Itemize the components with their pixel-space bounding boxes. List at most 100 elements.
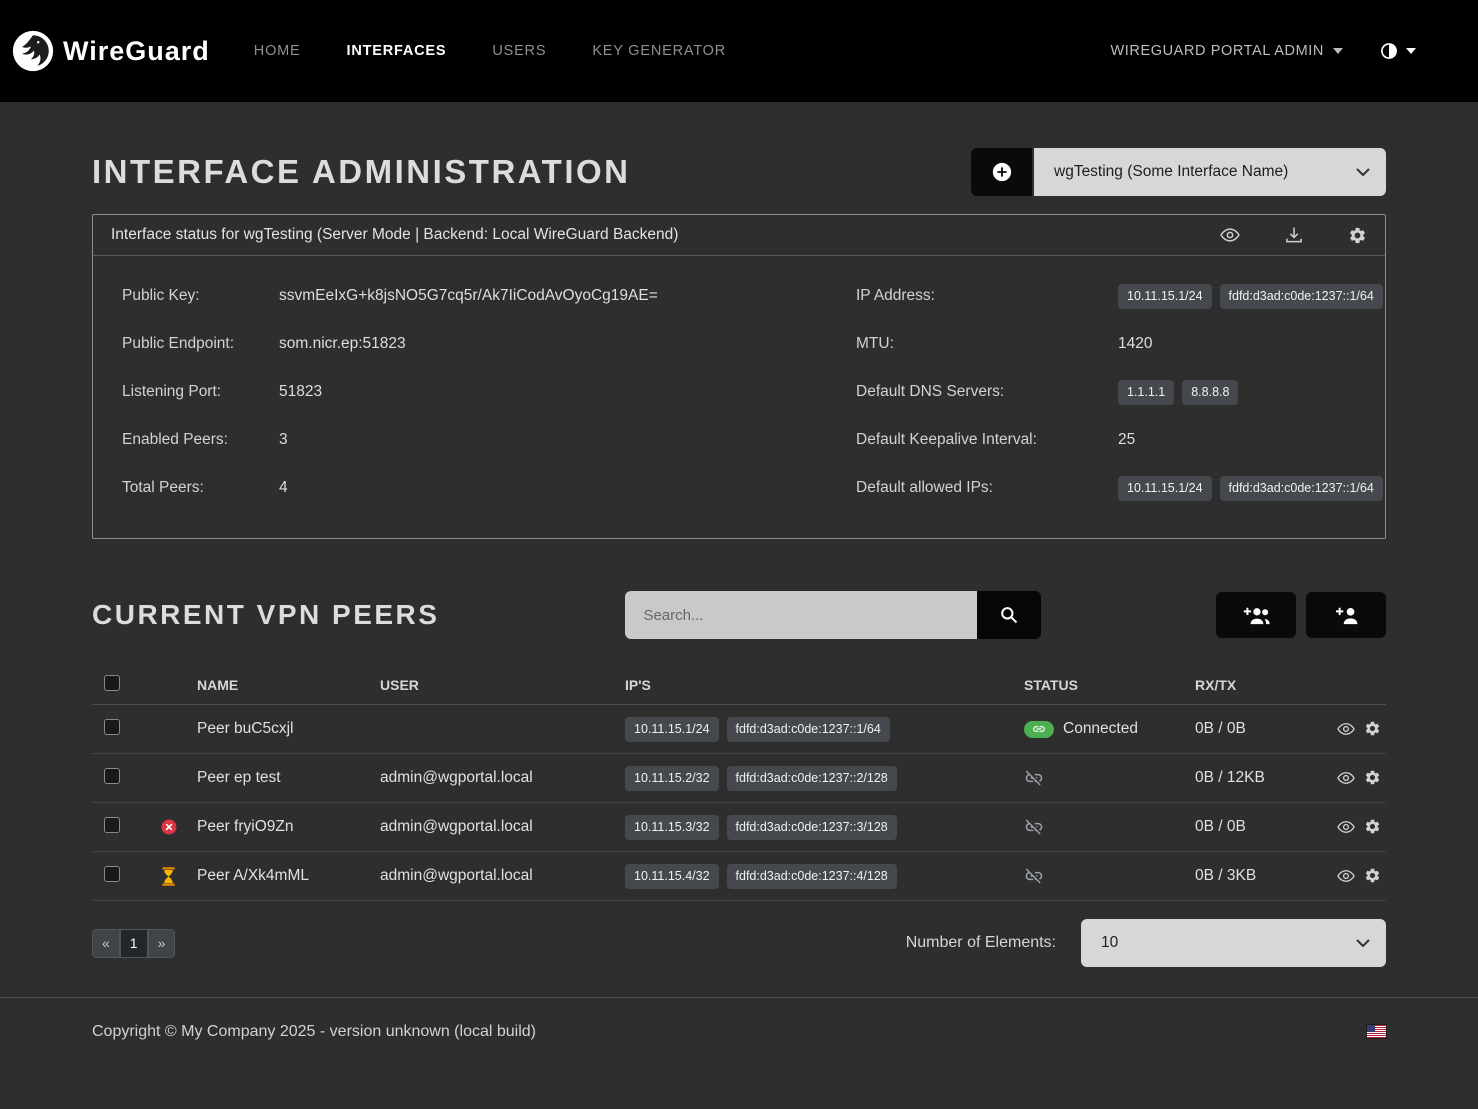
brand[interactable]: WireGuard bbox=[12, 30, 210, 72]
gear-icon bbox=[1348, 226, 1367, 245]
peer-ip-badge: fdfd:d3ad:c0de:1237::4/128 bbox=[727, 864, 897, 889]
copyright-text: Copyright © My Company 2025 - version un… bbox=[92, 1023, 536, 1041]
table-row: Peer fryiO9Zn admin@wgportal.local 10.11… bbox=[92, 803, 1386, 852]
add-peer-button[interactable] bbox=[1306, 592, 1386, 638]
table-row: Peer ep test admin@wgportal.local 10.11.… bbox=[92, 754, 1386, 803]
card-title: Interface status for wgTesting (Server M… bbox=[111, 226, 678, 244]
ip-badge: 10.11.15.1/24 bbox=[1118, 476, 1212, 501]
view-peer-button[interactable] bbox=[1337, 769, 1355, 787]
peer-ip-badge: 10.11.15.3/32 bbox=[625, 815, 719, 840]
view-peer-button[interactable] bbox=[1337, 818, 1355, 836]
row-checkbox[interactable] bbox=[104, 866, 120, 882]
table-header-row: NAME USER IP'S STATUS RX/TX bbox=[92, 665, 1386, 705]
pagination-page-1[interactable]: 1 bbox=[120, 929, 148, 958]
page-head: INTERFACE ADMINISTRATION wgTesting (Some… bbox=[92, 148, 1386, 196]
add-interface-button[interactable] bbox=[971, 148, 1032, 196]
theme-toggle-dropdown[interactable] bbox=[1379, 41, 1416, 61]
field-listening-port: Listening Port: 51823 bbox=[122, 368, 856, 416]
elements-per-page: Number of Elements: 10 bbox=[906, 919, 1386, 967]
nav-item-key-generator[interactable]: KEY GENERATOR bbox=[592, 43, 726, 59]
edit-peer-button[interactable] bbox=[1364, 769, 1381, 787]
disconnected-link-off-icon bbox=[1024, 866, 1044, 886]
user-menu-label: WIREGUARD PORTAL ADMIN bbox=[1110, 43, 1324, 59]
field-keepalive: Default Keepalive Interval: 25 bbox=[856, 416, 1383, 464]
theme-contrast-icon bbox=[1379, 41, 1399, 61]
interface-select-value: wgTesting (Some Interface Name) bbox=[1054, 163, 1288, 181]
column-user: USER bbox=[380, 677, 625, 693]
pagination: « 1 » bbox=[92, 929, 175, 958]
plus-circle-icon bbox=[991, 161, 1013, 183]
status-label: Connected bbox=[1063, 720, 1138, 738]
caret-down-icon bbox=[1406, 48, 1416, 54]
ip-badge: fdfd:d3ad:c0de:1237::1/64 bbox=[1220, 284, 1383, 309]
download-icon bbox=[1284, 225, 1304, 245]
navbar-right: WIREGUARD PORTAL ADMIN bbox=[1110, 41, 1416, 61]
nav-item-home[interactable]: HOME bbox=[254, 43, 301, 59]
gear-icon bbox=[1364, 867, 1381, 884]
user-menu-dropdown[interactable]: WIREGUARD PORTAL ADMIN bbox=[1110, 43, 1343, 59]
peer-user: admin@wgportal.local bbox=[380, 818, 625, 836]
field-ip-address: IP Address: 10.11.15.1/24 fdfd:d3ad:c0de… bbox=[856, 272, 1383, 320]
eye-icon bbox=[1337, 818, 1355, 836]
peer-ip-badge: 10.11.15.2/32 bbox=[625, 766, 719, 791]
table-row: Peer buC5cxjl 10.11.15.1/24 fdfd:d3ad:c0… bbox=[92, 705, 1386, 754]
field-allowed-ips: Default allowed IPs: 10.11.15.1/24 fdfd:… bbox=[856, 464, 1383, 512]
peer-rxtx: 0B / 12KB bbox=[1195, 769, 1328, 787]
peers-table: NAME USER IP'S STATUS RX/TX Peer buC5cxj… bbox=[92, 665, 1386, 901]
pagination-next-button[interactable]: » bbox=[148, 929, 176, 958]
gear-icon bbox=[1364, 818, 1381, 835]
nav-item-users[interactable]: USERS bbox=[492, 43, 546, 59]
peer-rxtx: 0B / 3KB bbox=[1195, 867, 1328, 885]
table-row: Peer A/Xk4mML admin@wgportal.local 10.11… bbox=[92, 852, 1386, 901]
status-right-column: IP Address: 10.11.15.1/24 fdfd:d3ad:c0de… bbox=[856, 272, 1383, 512]
ip-badge: 10.11.15.1/24 bbox=[1118, 284, 1212, 309]
peer-name: Peer buC5cxjl bbox=[197, 720, 380, 738]
eye-icon bbox=[1337, 769, 1355, 787]
view-peer-button[interactable] bbox=[1337, 720, 1355, 738]
search-input[interactable] bbox=[625, 591, 977, 639]
view-peer-button[interactable] bbox=[1337, 867, 1355, 885]
search-icon bbox=[999, 605, 1019, 625]
disconnected-link-off-icon bbox=[1024, 768, 1044, 788]
eye-icon bbox=[1337, 720, 1355, 738]
nav-item-interfaces[interactable]: INTERFACES bbox=[347, 43, 447, 59]
eye-icon bbox=[1337, 867, 1355, 885]
page-title: INTERFACE ADMINISTRATION bbox=[92, 153, 630, 191]
add-multiple-peers-button[interactable] bbox=[1216, 592, 1296, 638]
edit-interface-button[interactable] bbox=[1348, 226, 1367, 245]
interface-select[interactable]: wgTesting (Some Interface Name) bbox=[1034, 148, 1386, 196]
nav-links: HOME INTERFACES USERS KEY GENERATOR bbox=[254, 43, 726, 59]
select-all-checkbox[interactable] bbox=[104, 675, 120, 691]
status-left-column: Public Key: ssvmEeIxG+k8jsNO5G7cq5r/Ak7I… bbox=[122, 272, 856, 512]
peer-user: admin@wgportal.local bbox=[380, 769, 625, 787]
interface-selector-group: wgTesting (Some Interface Name) bbox=[971, 148, 1386, 196]
us-flag-language-icon[interactable] bbox=[1367, 1025, 1386, 1038]
connected-link-icon bbox=[1024, 721, 1054, 738]
column-name: NAME bbox=[197, 677, 380, 693]
footer: Copyright © My Company 2025 - version un… bbox=[0, 997, 1478, 1065]
add-person-icon bbox=[1332, 605, 1360, 625]
column-rxtx: RX/TX bbox=[1195, 677, 1328, 693]
view-config-button[interactable] bbox=[1220, 225, 1240, 245]
peer-name: Peer ep test bbox=[197, 769, 380, 787]
row-checkbox[interactable] bbox=[104, 817, 120, 833]
edit-peer-button[interactable] bbox=[1364, 720, 1381, 738]
ip-badge: fdfd:d3ad:c0de:1237::1/64 bbox=[1220, 476, 1383, 501]
row-checkbox[interactable] bbox=[104, 768, 120, 784]
field-public-endpoint: Public Endpoint: som.nicr.ep:51823 bbox=[122, 320, 856, 368]
download-config-button[interactable] bbox=[1284, 225, 1304, 245]
peers-title: CURRENT VPN PEERS bbox=[92, 599, 439, 631]
edit-peer-button[interactable] bbox=[1364, 867, 1381, 885]
peer-expired-icon bbox=[160, 818, 178, 836]
search-button[interactable] bbox=[977, 591, 1041, 639]
edit-peer-button[interactable] bbox=[1364, 818, 1381, 836]
eye-icon bbox=[1220, 225, 1240, 245]
elements-select[interactable]: 10 bbox=[1081, 919, 1386, 967]
interface-status-card: Interface status for wgTesting (Server M… bbox=[92, 214, 1386, 539]
gear-icon bbox=[1364, 720, 1381, 737]
chevron-down-icon bbox=[1356, 939, 1370, 947]
pagination-prev-button[interactable]: « bbox=[92, 929, 120, 958]
elements-label: Number of Elements: bbox=[906, 934, 1056, 952]
peer-name: Peer A/Xk4mML bbox=[197, 867, 380, 885]
row-checkbox[interactable] bbox=[104, 719, 120, 735]
